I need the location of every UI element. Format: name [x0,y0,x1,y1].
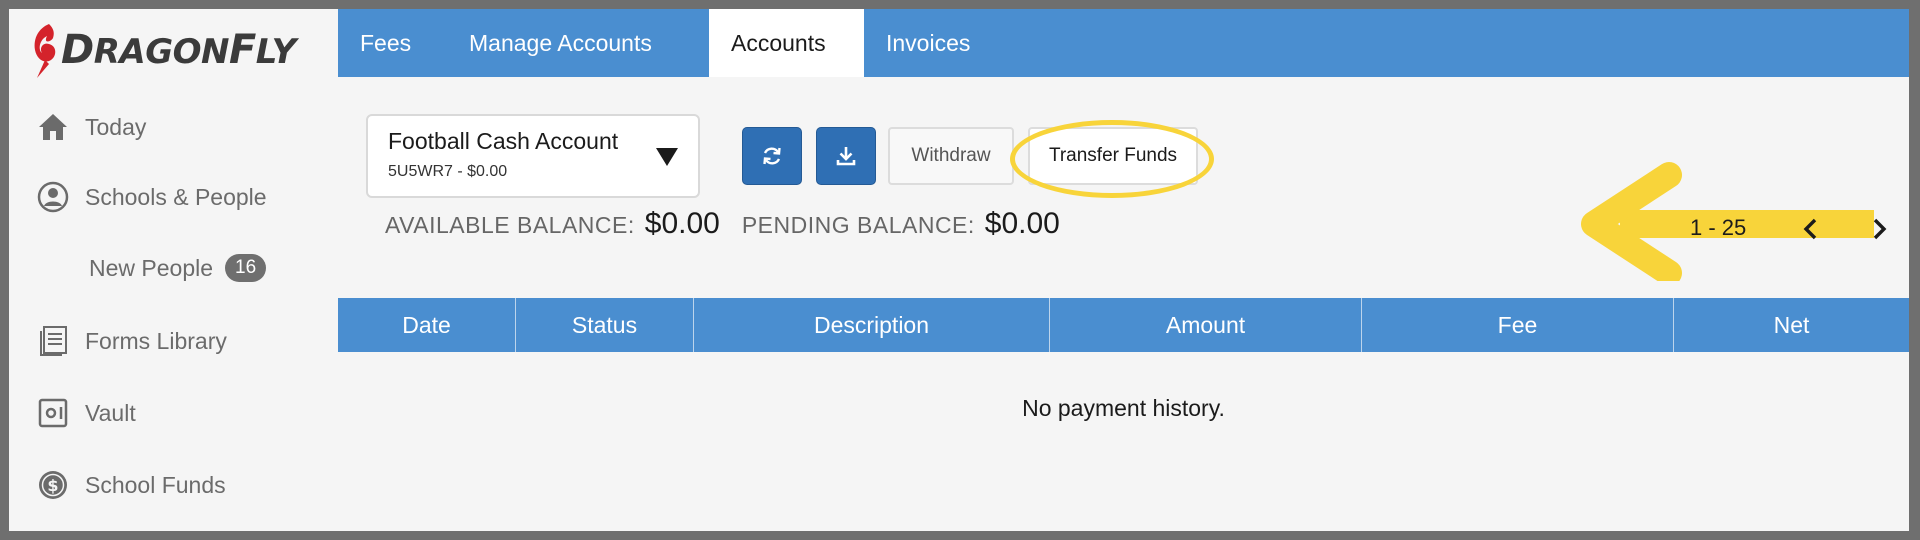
sidebar-item-label: School Funds [85,471,226,498]
tab-label: Invoices [886,29,971,56]
person-icon [35,179,71,215]
pending-balance-value: $0.00 [984,207,1060,240]
column-header-amount[interactable]: Amount [1050,298,1362,352]
logo-wordmark: DRAGONFLY [61,27,296,73]
account-id-balance: 5U5WR7 - $0.00 [388,163,508,180]
sidebar-item-label: New People [89,254,214,281]
sidebar-item-label: Today [85,113,147,140]
sidebar-item-forms-library[interactable]: Forms Library [35,316,227,366]
chevron-left-icon[interactable] [1802,217,1820,241]
withdraw-button[interactable]: Withdraw [888,127,1014,185]
empty-table-message: No payment history. [1022,395,1225,421]
column-header-net[interactable]: Net [1674,298,1909,352]
refresh-button[interactable] [742,127,802,185]
pagination-range: 1 - 25 [1690,215,1747,240]
refresh-icon [763,147,781,165]
tab-invoices[interactable]: Invoices [864,9,1014,77]
tab-label: Accounts [731,29,826,56]
account-name: Football Cash Account [388,128,619,154]
dragonfly-logo-mark-icon [34,24,56,78]
tab-fees[interactable]: Fees [338,9,447,77]
tab-manage-accounts[interactable]: Manage Accounts [447,9,698,77]
account-select-dropdown[interactable]: Football Cash Account 5U5WR7 - $0.00 [366,114,700,198]
sidebar-item-label: Vault [85,399,136,426]
sidebar-item-school-funds[interactable]: $ School Funds [35,460,226,510]
vault-icon [35,395,71,431]
column-header-date[interactable]: Date [338,298,516,352]
download-icon [836,147,856,166]
app-window: DRAGONFLY Today Schools & People New Peo… [9,9,1909,531]
sidebar-item-vault[interactable]: Vault [35,388,136,438]
dollar-coin-icon: $ [35,467,71,503]
dragonfly-logo[interactable]: DRAGONFLY [29,15,329,85]
svg-text:$: $ [47,476,58,495]
download-button[interactable] [816,127,876,185]
top-tab-bar: Fees Manage Accounts Accounts Invoices [338,9,1909,77]
balances-row: AVAILABLE BALANCE: $0.00 PENDING BALANCE… [385,207,1082,241]
transactions-table-header: Date Status Description Amount Fee Net [338,298,1909,352]
pending-balance-label: PENDING BALANCE: [741,212,975,238]
sidebar-item-label: Schools & People [85,183,267,210]
column-header-description[interactable]: Description [694,298,1050,352]
column-header-status[interactable]: Status [516,298,694,352]
caret-down-icon [656,148,678,166]
column-header-fee[interactable]: Fee [1362,298,1674,352]
available-balance-label: AVAILABLE BALANCE: [385,212,635,238]
tab-accounts[interactable]: Accounts [709,9,864,77]
highlight-ellipse [1010,120,1214,198]
sidebar-item-label: Forms Library [85,327,227,354]
tab-label: Manage Accounts [469,29,652,56]
sidebar: DRAGONFLY Today Schools & People New Peo… [9,9,338,531]
sidebar-item-new-people[interactable]: New People 16 [89,246,267,290]
sidebar-item-schools-people[interactable]: Schools & People [35,172,267,222]
new-people-count-badge: 16 [225,254,267,282]
chevron-right-icon[interactable] [1870,217,1888,241]
withdraw-label: Withdraw [911,145,991,166]
available-balance-value: $0.00 [644,207,720,240]
home-icon [35,109,71,145]
sidebar-item-today[interactable]: Today [35,102,146,152]
accounts-panel: Football Cash Account 5U5WR7 - $0.00 Wit… [338,77,1909,531]
forms-icon [35,323,71,359]
tab-label: Fees [360,29,412,56]
